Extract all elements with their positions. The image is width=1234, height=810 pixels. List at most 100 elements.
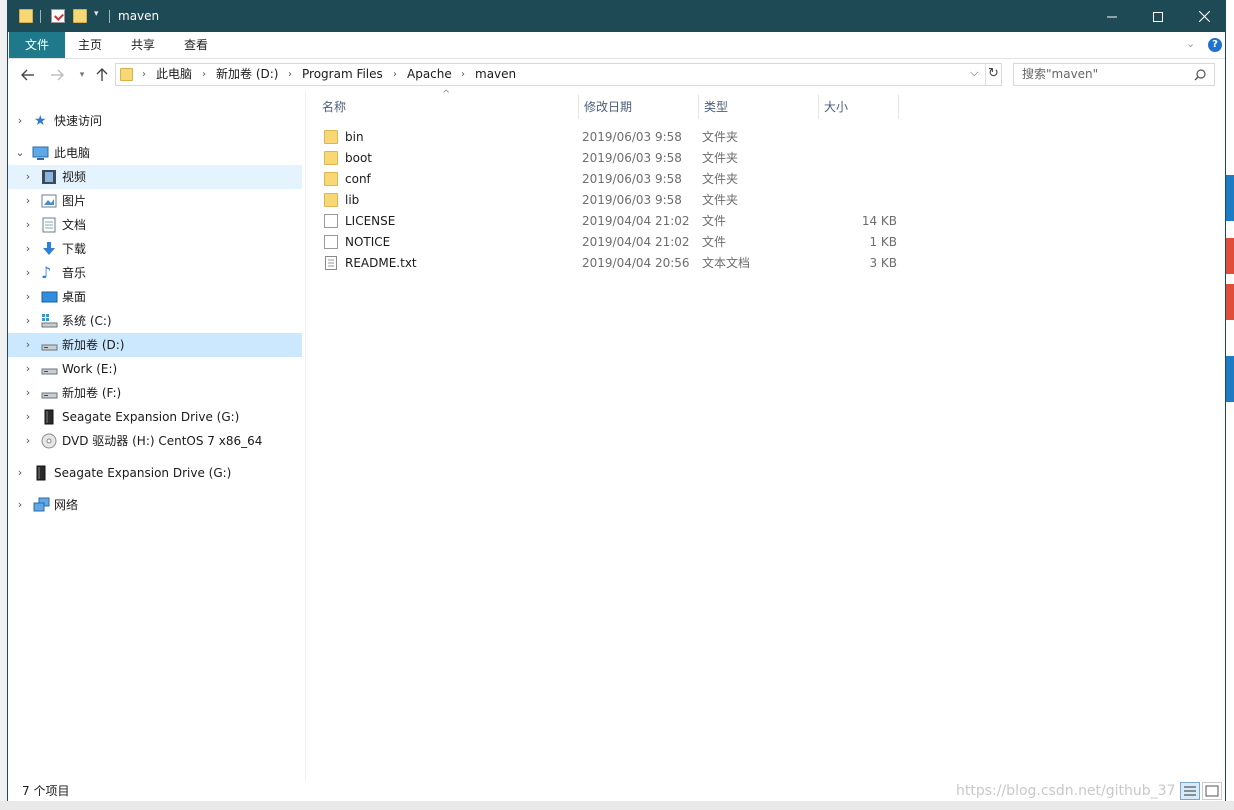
- chevron-right-icon[interactable]: ›: [22, 265, 34, 281]
- chevron-right-icon[interactable]: ›: [22, 385, 34, 401]
- toolbar-divider: [40, 10, 41, 23]
- chevron-right-icon[interactable]: ›: [393, 64, 397, 85]
- new-folder-icon[interactable]: [73, 9, 87, 23]
- breadcrumb-this-pc[interactable]: 此电脑: [156, 64, 192, 85]
- nav-item-drive-f[interactable]: › 新加卷 (F:): [8, 381, 302, 405]
- file-date: 2019/06/03 9:58: [582, 172, 682, 186]
- file-row[interactable]: NOTICE 2019/04/04 21:02 文件 1 KB: [316, 232, 897, 253]
- tab-view[interactable]: 查看: [170, 32, 222, 58]
- nav-item-dvd-h[interactable]: › DVD 驱动器 (H:) CentOS 7 x86_64: [8, 429, 302, 453]
- nav-item-quick-access[interactable]: › ★ 快速访问: [8, 109, 302, 133]
- column-divider[interactable]: [698, 95, 699, 119]
- tab-file[interactable]: 文件: [9, 32, 66, 58]
- tab-home[interactable]: 主页: [64, 32, 116, 58]
- file-row[interactable]: README.txt 2019/04/04 20:56 文本文档 3 KB: [316, 253, 897, 274]
- chevron-right-icon[interactable]: ›: [14, 113, 26, 129]
- chevron-right-icon[interactable]: ›: [461, 64, 465, 85]
- back-button[interactable]: [18, 65, 38, 85]
- arrow-up-icon: [96, 68, 108, 81]
- status-bar: 7 个项目 https://blog.csdn.net/github_37: [8, 781, 1225, 801]
- column-header-type[interactable]: 类型: [704, 95, 728, 119]
- chevron-right-icon[interactable]: ›: [14, 465, 26, 481]
- chevron-down-icon[interactable]: ⌄: [14, 145, 26, 161]
- chevron-right-icon[interactable]: ›: [22, 337, 34, 353]
- chevron-right-icon[interactable]: ›: [142, 64, 146, 85]
- file-name: NOTICE: [345, 235, 391, 249]
- explorer-window: ▾ maven 文件 主页 共享 查看 ⌄ ? ▾ › 此电脑 › 新加卷 (D…: [7, 0, 1226, 801]
- chevron-right-icon[interactable]: ›: [22, 361, 34, 377]
- file-row[interactable]: conf 2019/06/03 9:58 文件夹: [316, 169, 896, 190]
- chevron-right-icon[interactable]: ›: [22, 217, 34, 233]
- address-bar[interactable]: › 此电脑 › 新加卷 (D:) › Program Files › Apach…: [115, 63, 1002, 86]
- breadcrumb-program-files[interactable]: Program Files: [302, 64, 383, 85]
- chevron-right-icon[interactable]: ›: [22, 433, 34, 449]
- address-dropdown-icon[interactable]: ⌵: [970, 66, 978, 80]
- breadcrumb-maven[interactable]: maven: [475, 64, 516, 85]
- nav-item-drive-c[interactable]: › 系统 (C:): [8, 309, 302, 333]
- minimize-icon: [1107, 16, 1117, 17]
- title-bar: ▾ maven: [8, 1, 1225, 32]
- search-box[interactable]: 搜索"maven": [1013, 63, 1215, 86]
- column-divider[interactable]: [578, 95, 579, 119]
- up-button[interactable]: [92, 65, 112, 85]
- external-drive-icon: [41, 409, 57, 425]
- file-size: 3 KB: [869, 256, 897, 270]
- nav-item-network[interactable]: › 网络: [8, 493, 302, 517]
- chevron-right-icon[interactable]: ›: [288, 64, 292, 85]
- maximize-icon: [1153, 11, 1163, 22]
- expand-ribbon-icon[interactable]: ⌄: [1186, 37, 1195, 50]
- refresh-icon[interactable]: ↻: [988, 66, 999, 81]
- file-row[interactable]: boot 2019/06/03 9:58 文件夹: [316, 148, 896, 169]
- close-icon: [1198, 11, 1210, 22]
- thumbnails-view-button[interactable]: [1202, 782, 1222, 800]
- help-icon[interactable]: ?: [1208, 38, 1222, 52]
- chevron-right-icon[interactable]: ›: [22, 193, 34, 209]
- forward-button[interactable]: [47, 65, 67, 85]
- nav-label: Work (E:): [62, 362, 118, 376]
- minimize-button[interactable]: [1089, 1, 1135, 32]
- file-row[interactable]: lib 2019/06/03 9:58 文件夹: [316, 190, 896, 211]
- chevron-right-icon[interactable]: ›: [14, 497, 26, 513]
- column-header-size[interactable]: 大小: [824, 95, 848, 119]
- breadcrumb-apache[interactable]: Apache: [407, 64, 452, 85]
- chevron-right-icon[interactable]: ›: [22, 169, 34, 185]
- column-header-name[interactable]: 名称: [322, 95, 346, 119]
- file-type: 文本文档: [702, 256, 751, 270]
- recent-locations-button[interactable]: ▾: [72, 65, 92, 85]
- customize-quick-access-icon[interactable]: ▾: [94, 9, 99, 19]
- column-divider[interactable]: [818, 95, 819, 119]
- large-icons-view-icon: [1205, 785, 1219, 797]
- nav-item-downloads[interactable]: › 下载: [8, 237, 302, 261]
- column-header-date[interactable]: 修改日期: [584, 95, 632, 119]
- nav-item-external-drive-g[interactable]: › Seagate Expansion Drive (G:): [8, 461, 302, 485]
- details-view-button[interactable]: [1180, 782, 1200, 800]
- nav-item-documents[interactable]: › 文档: [8, 213, 302, 237]
- file-row[interactable]: bin 2019/06/03 9:58 文件夹: [316, 127, 896, 148]
- close-button[interactable]: [1181, 1, 1227, 32]
- file-name: LICENSE: [345, 214, 396, 228]
- file-date: 2019/04/04 21:02: [582, 235, 690, 249]
- nav-item-drive-g[interactable]: › Seagate Expansion Drive (G:): [8, 405, 302, 429]
- nav-item-music[interactable]: › ♪ 音乐: [8, 261, 302, 285]
- nav-item-drive-e[interactable]: › Work (E:): [8, 357, 302, 381]
- file-row[interactable]: LICENSE 2019/04/04 21:02 文件 14 KB: [316, 211, 897, 232]
- nav-item-this-pc[interactable]: ⌄ 此电脑: [8, 141, 302, 165]
- chevron-right-icon[interactable]: ›: [22, 241, 34, 257]
- nav-item-videos[interactable]: › 视频: [8, 165, 302, 189]
- chevron-right-icon[interactable]: ›: [22, 289, 34, 305]
- chevron-right-icon[interactable]: ›: [22, 313, 34, 329]
- nav-item-drive-d[interactable]: › 新加卷 (D:): [8, 333, 302, 357]
- nav-label: DVD 驱动器 (H:) CentOS 7 x86_64: [62, 434, 263, 448]
- chevron-right-icon[interactable]: ›: [202, 64, 206, 85]
- background-window: [1226, 0, 1234, 810]
- breadcrumb-drive-d[interactable]: 新加卷 (D:): [216, 64, 278, 85]
- tab-share[interactable]: 共享: [117, 32, 169, 58]
- column-divider[interactable]: [898, 95, 899, 119]
- maximize-button[interactable]: [1135, 1, 1181, 32]
- item-count: 7 个项目: [22, 784, 70, 798]
- chevron-right-icon[interactable]: ›: [22, 409, 34, 425]
- nav-item-desktop[interactable]: › 桌面: [8, 285, 302, 309]
- nav-item-pictures[interactable]: › 图片: [8, 189, 302, 213]
- properties-icon[interactable]: [51, 9, 65, 23]
- system-drive-icon: [41, 313, 58, 329]
